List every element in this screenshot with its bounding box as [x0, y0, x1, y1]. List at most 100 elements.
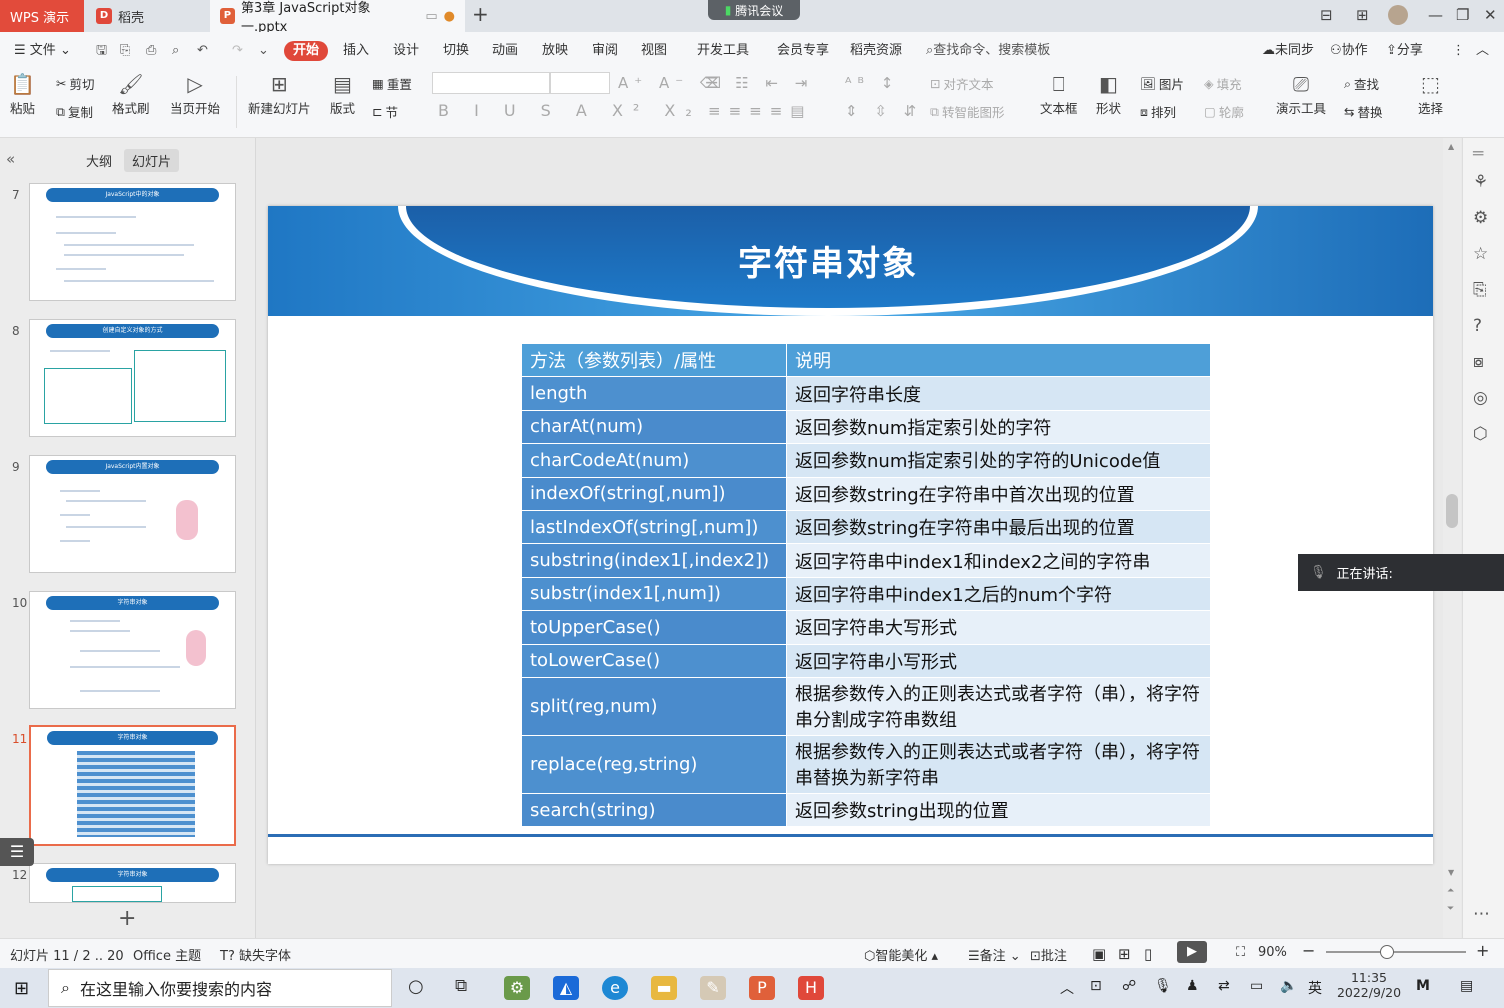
font-style-buttons[interactable]: B I U S A X² X₂ [438, 101, 702, 120]
apps-grid-icon[interactable]: ⊞ [1356, 6, 1369, 24]
tray-qq-icon[interactable]: ♟ [1186, 978, 1199, 994]
app-icon[interactable]: ⚙ [504, 976, 530, 1000]
tray-sync-icon[interactable]: ⇄ [1218, 978, 1230, 994]
tab-daoke[interactable]: D 稻壳 [86, 0, 206, 32]
prev-slide-icon[interactable]: ⏶ [1447, 886, 1454, 896]
taskbar-search[interactable]: ⌕ 在这里输入你要搜索的内容 [48, 969, 392, 1007]
zoom-in-icon[interactable]: + [1476, 941, 1489, 960]
method-cell[interactable]: length [521, 376, 787, 411]
slide-title[interactable]: 字符串对象 [268, 236, 1388, 285]
slide-thumbnail-selected[interactable]: 字符串对象 [29, 725, 236, 846]
properties-icon[interactable]: ⚙ [1473, 208, 1488, 228]
menu-insert[interactable]: 插入 [343, 41, 369, 61]
find-button[interactable]: ⌕ 查找 [1344, 74, 1379, 93]
edge-icon[interactable]: e [602, 976, 628, 1000]
tab-wps[interactable]: WPS 演示 [0, 0, 84, 32]
layout-icon[interactable]: ⊟ [1320, 6, 1333, 24]
method-cell[interactable]: lastIndexOf(string[,num]) [521, 509, 787, 545]
preview-icon[interactable]: ⌕ [172, 41, 179, 61]
methods-table[interactable]: 方法（参数列表）/属性 说明 length 返回字符串长度 charAt(num) 返回… [521, 342, 1211, 828]
method-cell[interactable]: substr(index1[,num]) [521, 576, 787, 612]
smart-beautify-button[interactable]: ⬡智能美化 ▴ [864, 945, 938, 964]
print-icon[interactable]: ⎙ [146, 41, 156, 61]
handle-icon[interactable]: ═ [1473, 144, 1483, 164]
picture-button[interactable]: 🖼 图片 [1140, 74, 1184, 93]
align-text-button[interactable]: ⊡ 对齐文本 [930, 74, 994, 93]
description-cell[interactable]: 返回字符串大写形式 [786, 610, 1211, 645]
ime-indicator[interactable]: 英 [1308, 978, 1322, 998]
menu-animation[interactable]: 动画 [492, 41, 518, 61]
add-slide-button[interactable]: + [118, 906, 136, 931]
more-icon[interactable]: ⋮ [1452, 41, 1465, 61]
slide-thumbnail[interactable]: 创建自定义对象的方式 [29, 319, 236, 437]
task-view-icon[interactable]: ⧉ [455, 976, 467, 996]
menu-review[interactable]: 审阅 [592, 41, 618, 61]
help-icon[interactable]: ? [1473, 316, 1482, 336]
method-cell[interactable]: split(reg,num) [521, 676, 787, 736]
slide-thumbnail[interactable]: JavaScript内置对象 [29, 455, 236, 573]
tray-volume-icon[interactable]: 🔈 [1280, 978, 1297, 994]
cube-icon[interactable]: ⬡ [1473, 424, 1488, 444]
collapse-ribbon-icon[interactable]: ︿ [1476, 41, 1489, 61]
menu-resources[interactable]: 稻壳资源 [850, 41, 902, 61]
star-icon[interactable]: ☆ [1473, 244, 1488, 264]
restore-icon[interactable]: ❐ [1456, 6, 1469, 24]
quick-access-dropdown-icon[interactable]: ⌄ [258, 41, 269, 61]
meeting-app-icon[interactable]: ◭ [553, 976, 579, 1000]
collapse-panel-icon[interactable]: « [6, 150, 15, 168]
scroll-up-icon[interactable]: ▲ [1448, 142, 1454, 151]
compass-icon[interactable]: ◎ [1473, 388, 1488, 408]
description-cell[interactable]: 根据参数传入的正则表达式或者字符（串），将字符串替换为新字符串 [786, 734, 1211, 794]
line-spacing-buttons[interactable]: ⇕ ⇳ ⇵ [845, 102, 922, 120]
share-button[interactable]: ⇪分享 [1386, 41, 1423, 61]
menu-design[interactable]: 设计 [393, 41, 419, 61]
paint-icon[interactable]: ✎ [700, 976, 726, 1000]
fit-window-icon[interactable]: ⛶ [1236, 945, 1245, 960]
menu-start[interactable]: 开始 [284, 41, 329, 61]
paste-button[interactable]: 📋 粘贴 [10, 72, 35, 117]
tray-expand-icon[interactable]: ︿ [1060, 978, 1074, 998]
menu-view[interactable]: 视图 [641, 41, 667, 61]
method-cell[interactable]: toLowerCase() [521, 643, 787, 678]
method-cell[interactable]: toUpperCase() [521, 610, 787, 645]
method-cell[interactable]: replace(reg,string) [521, 734, 787, 794]
save-icon[interactable]: 🖫 [96, 41, 107, 61]
play-slideshow-button[interactable]: ▶ [1177, 941, 1207, 963]
tab-document[interactable]: P 第3章 JavaScript对象一.pptx ▭ ● [210, 0, 465, 35]
outline-button[interactable]: ▢ 轮廓 [1204, 102, 1244, 121]
theme-name[interactable]: Office 主题 [133, 945, 201, 964]
missing-font-button[interactable]: T? 缺失字体 [220, 945, 291, 964]
cut-button[interactable]: ✂ 剪切 [56, 74, 95, 93]
font-family-select[interactable] [432, 72, 550, 94]
slide-transition-icon[interactable]: ⎘ [1473, 280, 1487, 300]
animation-pane-icon[interactable]: ⚘ [1473, 172, 1488, 192]
comment-button[interactable]: ⊡批注 [1030, 945, 1067, 964]
zoom-slider-handle[interactable] [1380, 945, 1394, 959]
next-slide-icon[interactable]: ⏷ [1447, 904, 1454, 914]
description-cell[interactable]: 返回参数num指定索引处的字符的Unicode值 [786, 443, 1211, 478]
menu-slideshow[interactable]: 放映 [542, 41, 568, 61]
shape-button[interactable]: ◧ 形状 [1096, 72, 1121, 117]
description-cell[interactable]: 返回字符串中index1之后的num个字符 [786, 576, 1211, 612]
avatar[interactable] [1388, 5, 1408, 25]
description-cell[interactable]: 返回参数string出现的位置 [786, 792, 1211, 828]
zoom-level[interactable]: 90% [1258, 945, 1287, 960]
description-cell[interactable]: 返回字符串中index1和index2之间的字符串 [786, 543, 1211, 578]
copy-button[interactable]: ⧉ 复制 [56, 102, 93, 121]
command-search[interactable]: ⌕查找命令、搜索模板 [926, 41, 1050, 61]
format-painter-button[interactable]: 🖌 格式刷 [112, 72, 150, 117]
menu-file[interactable]: ☰ 文件 ⌄ [14, 41, 71, 61]
textbox-button[interactable]: ⎕ 文本框 [1040, 72, 1078, 117]
new-slide-button[interactable]: ⊞ 新建幻灯片 [248, 72, 311, 117]
method-cell[interactable]: substring(index1[,index2]) [521, 543, 787, 578]
tray-monitor-icon[interactable]: ▭ [1250, 978, 1263, 994]
play-from-current-button[interactable]: ▷ 当页开始 [170, 72, 220, 117]
collab-button[interactable]: ⚇协作 [1330, 41, 1368, 61]
slide[interactable]: 字符串对象 方法（参数列表）/属性 说明 length 返回字符串长度 charAt(… [268, 206, 1433, 864]
menu-switch[interactable]: 切换 [443, 41, 469, 61]
present-tools-button[interactable]: ⎚ 演示工具 [1276, 72, 1326, 117]
font-size-select[interactable] [550, 72, 610, 94]
image-tool-icon[interactable]: ⧇ [1473, 352, 1484, 372]
clock[interactable]: 11:35 2022/9/20 [1336, 970, 1402, 1000]
method-cell[interactable]: charAt(num) [521, 409, 787, 445]
